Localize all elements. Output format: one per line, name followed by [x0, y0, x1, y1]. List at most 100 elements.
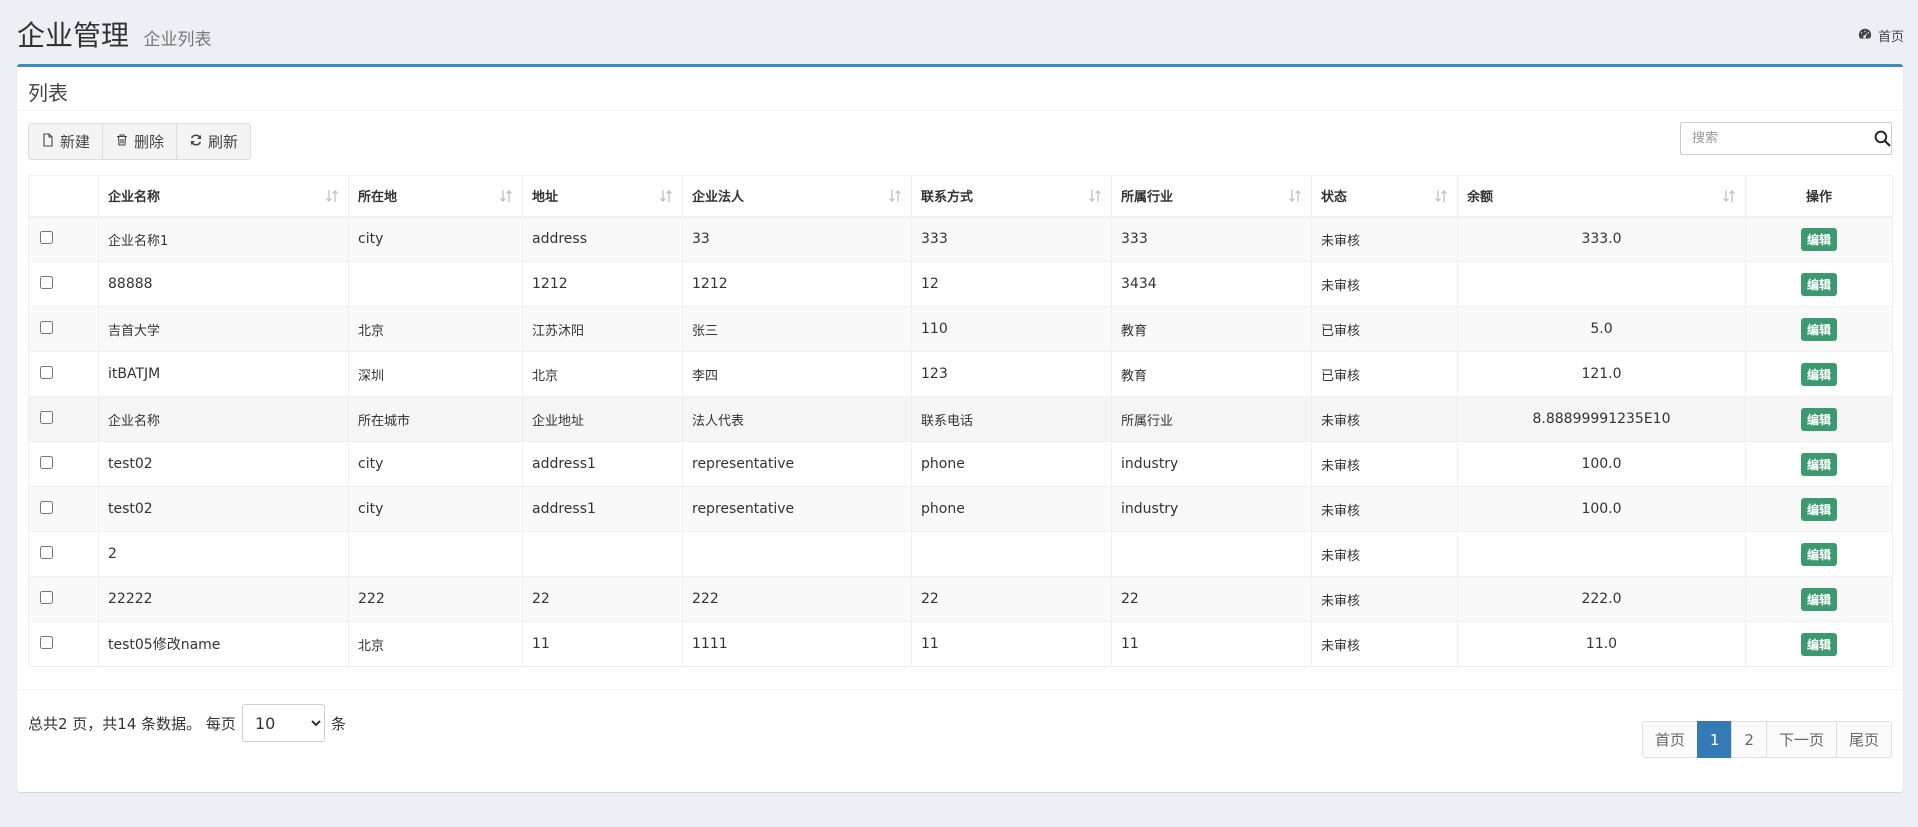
cell-legal: 法人代表: [682, 396, 912, 442]
row-select-cell: [28, 351, 99, 397]
breadcrumb[interactable]: 首页: [1858, 26, 1904, 45]
row-select-cell: [28, 261, 99, 307]
row-checkbox[interactable]: [40, 410, 53, 424]
cell-name: test02: [98, 486, 349, 532]
cell-name: 88888: [98, 261, 349, 307]
pagination-first[interactable]: 首页: [1641, 721, 1698, 758]
cell-contact: 110: [911, 306, 1112, 352]
search-button[interactable]: [1873, 123, 1891, 154]
page-size-select[interactable]: 10: [241, 704, 325, 742]
header-legal[interactable]: 企业法人: [682, 175, 912, 218]
row-checkbox[interactable]: [40, 455, 53, 469]
cell-legal: 李四: [682, 351, 912, 397]
cell-status: 已审核: [1311, 306, 1458, 352]
sort-icon: [1435, 190, 1447, 202]
row-checkbox[interactable]: [40, 545, 53, 559]
cell-status: 未审核: [1311, 396, 1458, 442]
cell-address: address: [522, 216, 683, 262]
edit-button[interactable]: 编辑: [1800, 587, 1837, 611]
refresh-button[interactable]: 刷新: [176, 123, 252, 160]
cell-balance: [1457, 261, 1746, 307]
page-subtitle: 企业列表: [143, 30, 212, 50]
cell-industry: 22: [1111, 576, 1312, 622]
pagination-last[interactable]: 尾页: [1835, 721, 1892, 758]
cell-balance: 11.0: [1457, 621, 1746, 667]
row-checkbox[interactable]: [40, 500, 53, 514]
row-checkbox[interactable]: [40, 320, 53, 334]
row-checkbox[interactable]: [40, 590, 53, 604]
cell-status: 未审核: [1311, 621, 1458, 667]
cell-actions: 编辑: [1745, 531, 1893, 577]
edit-button[interactable]: 编辑: [1800, 227, 1837, 251]
cell-address: 北京: [522, 351, 683, 397]
edit-button[interactable]: 编辑: [1800, 407, 1837, 431]
cell-city: 222: [348, 576, 523, 622]
cell-industry: 11: [1111, 621, 1312, 667]
row-checkbox[interactable]: [40, 275, 53, 289]
cell-contact: 333: [911, 216, 1112, 262]
row-checkbox[interactable]: [40, 230, 53, 244]
refresh-icon: [189, 133, 203, 151]
row-select-cell: [28, 441, 99, 487]
cell-name: 吉首大学: [98, 306, 349, 352]
cell-balance: 121.0: [1457, 351, 1746, 397]
cell-status: 未审核: [1311, 531, 1458, 577]
sort-icon: [1289, 190, 1301, 202]
edit-button[interactable]: 编辑: [1800, 452, 1837, 476]
cell-name: test05修改name: [98, 621, 349, 667]
row-checkbox[interactable]: [40, 635, 53, 649]
sort-icon: [1089, 190, 1101, 202]
edit-button[interactable]: 编辑: [1800, 272, 1837, 296]
pagination-next[interactable]: 下一页: [1765, 721, 1837, 758]
cell-address: 1212: [522, 261, 683, 307]
search-box: [1680, 122, 1892, 155]
delete-button[interactable]: 删除: [102, 123, 178, 160]
cell-balance: 333.0: [1457, 216, 1746, 262]
cell-industry: industry: [1111, 441, 1312, 487]
row-checkbox[interactable]: [40, 365, 53, 379]
header-city[interactable]: 所在地: [348, 175, 523, 218]
header-balance[interactable]: 余额: [1457, 175, 1746, 218]
cell-contact: phone: [911, 441, 1112, 487]
delete-button-label: 删除: [134, 133, 165, 151]
cell-name: 企业名称1: [98, 216, 349, 262]
header-address[interactable]: 地址: [522, 175, 683, 218]
header-industry[interactable]: 所属行业: [1111, 175, 1312, 218]
content-header: 企业管理 企业列表 首页: [17, 14, 1904, 54]
cell-status: 未审核: [1311, 216, 1458, 262]
cell-industry: 所属行业: [1111, 396, 1312, 442]
pagination-page-1[interactable]: 1: [1696, 721, 1733, 758]
cell-actions: 编辑: [1745, 216, 1893, 262]
cell-legal: [682, 531, 912, 577]
cell-address: 企业地址: [522, 396, 683, 442]
cell-name: 2: [98, 531, 349, 577]
row-select-cell: [28, 621, 99, 667]
trash-icon: [115, 133, 129, 151]
dashboard-icon: [1858, 27, 1872, 45]
search-input[interactable]: [1681, 123, 1873, 154]
table-row: 企业名称 所在城市 企业地址 法人代表 联系电话 所属行业 未审核 8.8889…: [28, 396, 1893, 442]
row-select-cell: [28, 306, 99, 352]
header-name[interactable]: 企业名称: [98, 175, 349, 218]
cell-contact: 11: [911, 621, 1112, 667]
edit-button[interactable]: 编辑: [1800, 497, 1837, 521]
cell-industry: [1111, 531, 1312, 577]
breadcrumb-home[interactable]: 首页: [1878, 26, 1904, 45]
cell-actions: 编辑: [1745, 396, 1893, 442]
edit-button[interactable]: 编辑: [1800, 632, 1837, 656]
cell-address: address1: [522, 486, 683, 532]
cell-address: 11: [522, 621, 683, 667]
edit-button[interactable]: 编辑: [1800, 317, 1837, 341]
edit-button[interactable]: 编辑: [1800, 542, 1837, 566]
header-status[interactable]: 状态: [1311, 175, 1458, 218]
page-info: 总共2 页，共14 条数据。 每页 10 条: [28, 704, 346, 742]
cell-balance: [1457, 531, 1746, 577]
cell-contact: 12: [911, 261, 1112, 307]
pagination-page-2[interactable]: 2: [1731, 721, 1767, 758]
cell-balance: 222.0: [1457, 576, 1746, 622]
new-button[interactable]: 新建: [28, 123, 104, 160]
edit-button[interactable]: 编辑: [1800, 362, 1837, 386]
sort-icon: [326, 190, 338, 202]
cell-industry: 3434: [1111, 261, 1312, 307]
header-contact[interactable]: 联系方式: [911, 175, 1112, 218]
